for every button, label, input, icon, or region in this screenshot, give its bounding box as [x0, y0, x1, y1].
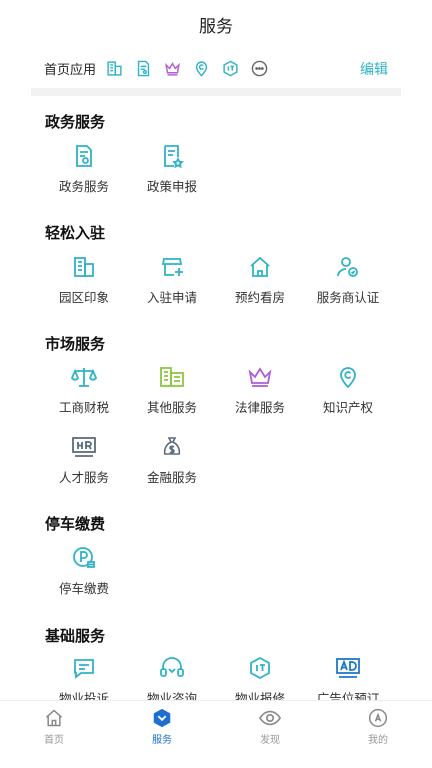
buildings-icon: [159, 364, 185, 390]
home-apps-label: 首页应用: [44, 62, 97, 78]
item-business-tax[interactable]: 工商财税: [40, 364, 128, 416]
section-title-gov: 政务服务: [45, 113, 106, 131]
building-icon[interactable]: [106, 60, 123, 77]
tab-home[interactable]: 首页: [0, 701, 108, 768]
edit-button[interactable]: 编辑: [360, 59, 388, 79]
tab-profile[interactable]: 我的: [324, 701, 432, 768]
copyright-pin-icon: [335, 364, 361, 390]
headset-icon: [159, 655, 185, 681]
section-title-parking: 停车缴费: [45, 515, 106, 533]
home-icon: [43, 707, 65, 729]
parking-icon: [71, 545, 97, 571]
top-bar: 服务: [0, 0, 432, 48]
item-legal-service[interactable]: 法律服务: [216, 364, 304, 416]
scale-icon: [71, 364, 97, 390]
user-cert-icon: [335, 254, 361, 280]
crown-icon[interactable]: [164, 60, 181, 77]
tab-discover[interactable]: 发现: [216, 701, 324, 768]
government-doc-icon: [71, 143, 97, 169]
money-bag-icon: [159, 434, 185, 460]
bottom-tab-bar: 首页 服务 发现 我的: [0, 700, 432, 768]
it-badge-icon: [247, 655, 273, 681]
item-other-service[interactable]: 其他服务: [128, 364, 216, 416]
ad-icon: [335, 655, 361, 681]
crown-icon: [247, 364, 273, 390]
section-title-basic: 基础服务: [45, 627, 106, 645]
it-badge-icon[interactable]: [222, 60, 239, 77]
item-parking-fee[interactable]: 停车缴费: [40, 545, 128, 597]
section-title-settle: 轻松入驻: [45, 224, 106, 242]
building-icon: [71, 254, 97, 280]
service-icon: [151, 707, 173, 729]
profile-icon: [367, 707, 389, 729]
item-provider-cert[interactable]: 服务商认证: [304, 254, 392, 306]
item-talent-service[interactable]: 人才服务: [40, 434, 128, 486]
item-ip-service[interactable]: 知识产权: [304, 364, 392, 416]
item-finance-service[interactable]: 金融服务: [128, 434, 216, 486]
more-icon[interactable]: [251, 60, 268, 77]
policy-doc-icon: [159, 143, 185, 169]
item-book-viewing[interactable]: 预约看房: [216, 254, 304, 306]
tab-service[interactable]: 服务: [108, 701, 216, 768]
hr-icon: [71, 434, 97, 460]
section-divider: [31, 88, 401, 96]
copyright-pin-icon[interactable]: [193, 60, 210, 77]
home-apps-row: 首页应用 编辑: [0, 50, 432, 86]
house-icon: [247, 254, 273, 280]
message-icon: [71, 655, 97, 681]
eye-icon: [259, 707, 281, 729]
item-settle-apply[interactable]: 入驻申请: [128, 254, 216, 306]
section-title-market: 市场服务: [45, 335, 106, 353]
document-icon[interactable]: [135, 60, 152, 77]
item-park-impression[interactable]: 园区印象: [40, 254, 128, 306]
page-title: 服务: [199, 16, 233, 37]
shop-add-icon: [159, 254, 185, 280]
item-policy-declare[interactable]: 政策申报: [128, 143, 216, 195]
item-gov-service[interactable]: 政务服务: [40, 143, 128, 195]
